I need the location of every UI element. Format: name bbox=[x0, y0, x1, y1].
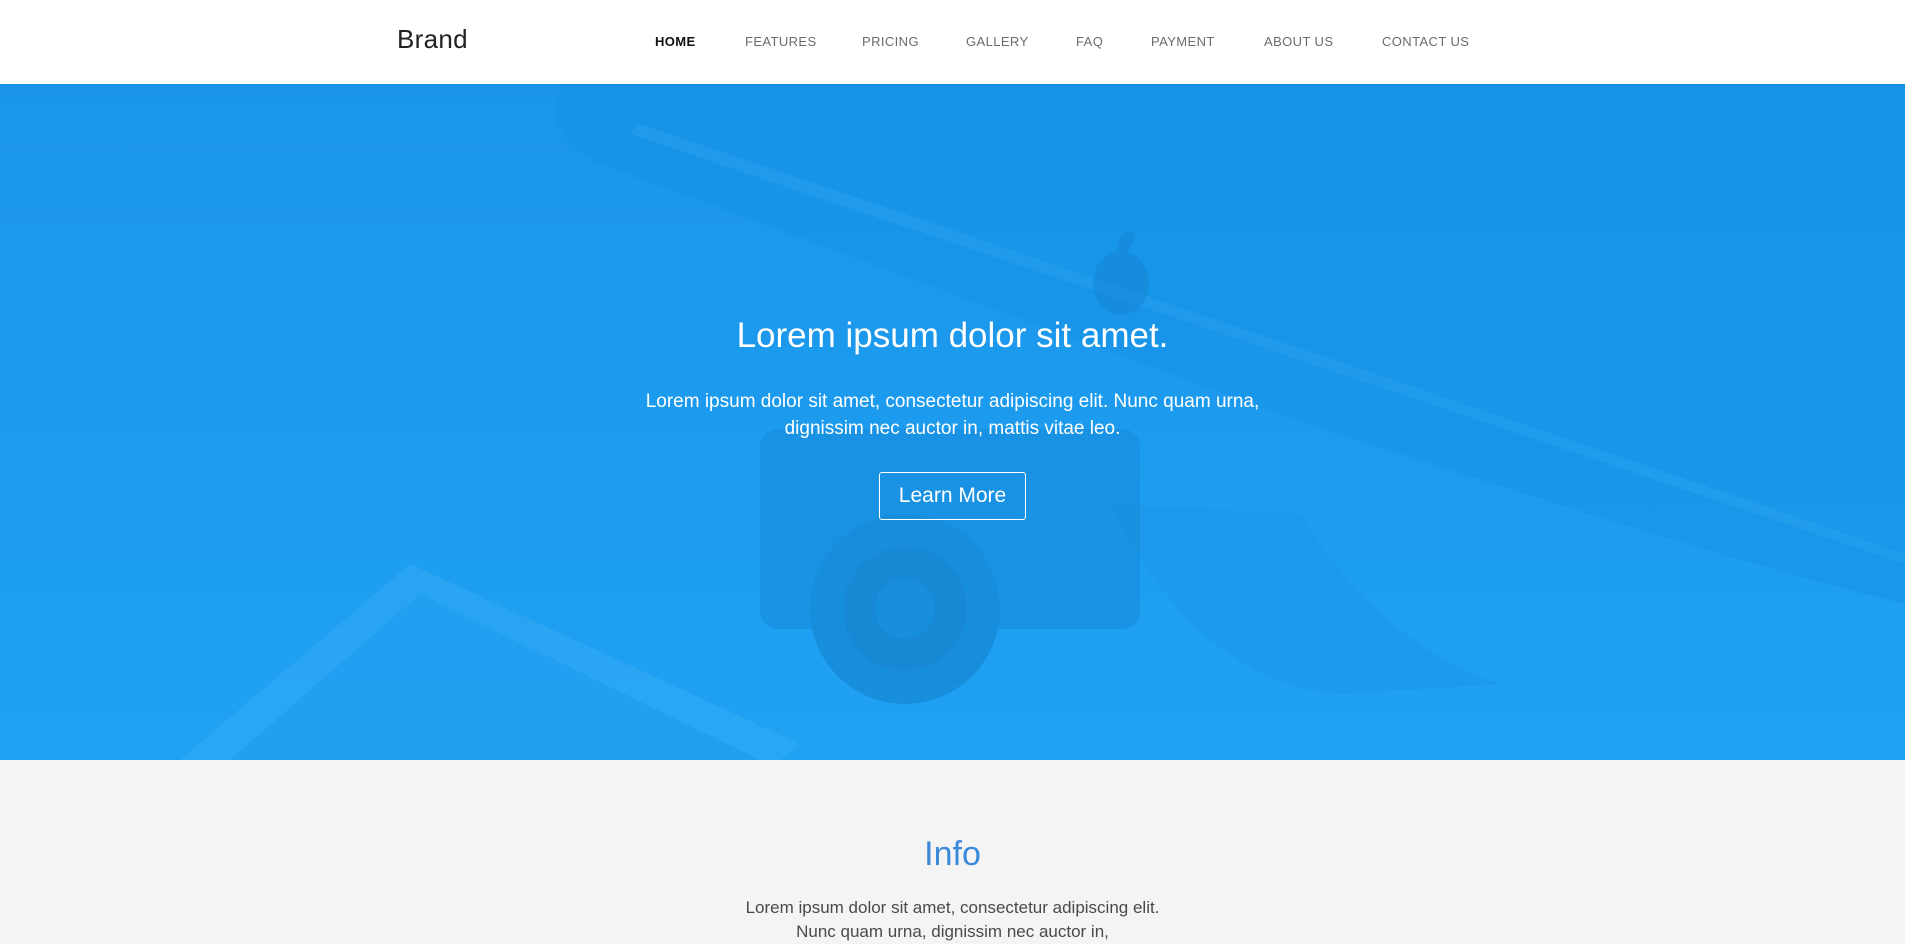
nav-link-gallery[interactable]: GALLERY bbox=[966, 34, 1029, 49]
navbar: Brand HOME FEATURES PRICING GALLERY FAQ … bbox=[0, 0, 1905, 84]
nav-link-home[interactable]: HOME bbox=[655, 34, 696, 49]
hero-title: Lorem ipsum dolor sit amet. bbox=[736, 316, 1169, 355]
info-section: Info Lorem ipsum dolor sit amet, consect… bbox=[0, 760, 1905, 943]
nav-link-features[interactable]: FEATURES bbox=[745, 34, 817, 49]
hero-description: Lorem ipsum dolor sit amet, consectetur … bbox=[645, 391, 1260, 439]
nav-link-about-us[interactable]: ABOUT US bbox=[1264, 34, 1333, 49]
info-title: Info bbox=[924, 835, 981, 873]
nav-link-contact-us[interactable]: CONTACT US bbox=[1382, 34, 1469, 49]
nav-link-payment[interactable]: PAYMENT bbox=[1151, 34, 1215, 49]
learn-more-button[interactable]: Learn More bbox=[879, 472, 1026, 520]
nav-link-pricing[interactable]: PRICING bbox=[862, 34, 919, 49]
hero-content: Lorem ipsum dolor sit amet. Lorem ipsum … bbox=[0, 84, 1905, 760]
info-description: Lorem ipsum dolor sit amet, consectetur … bbox=[745, 898, 1160, 941]
hero-section: Lorem ipsum dolor sit amet. Lorem ipsum … bbox=[0, 84, 1905, 760]
nav-links: HOME FEATURES PRICING GALLERY FAQ PAYMEN… bbox=[0, 34, 1905, 54]
nav-link-faq[interactable]: FAQ bbox=[1076, 34, 1103, 49]
